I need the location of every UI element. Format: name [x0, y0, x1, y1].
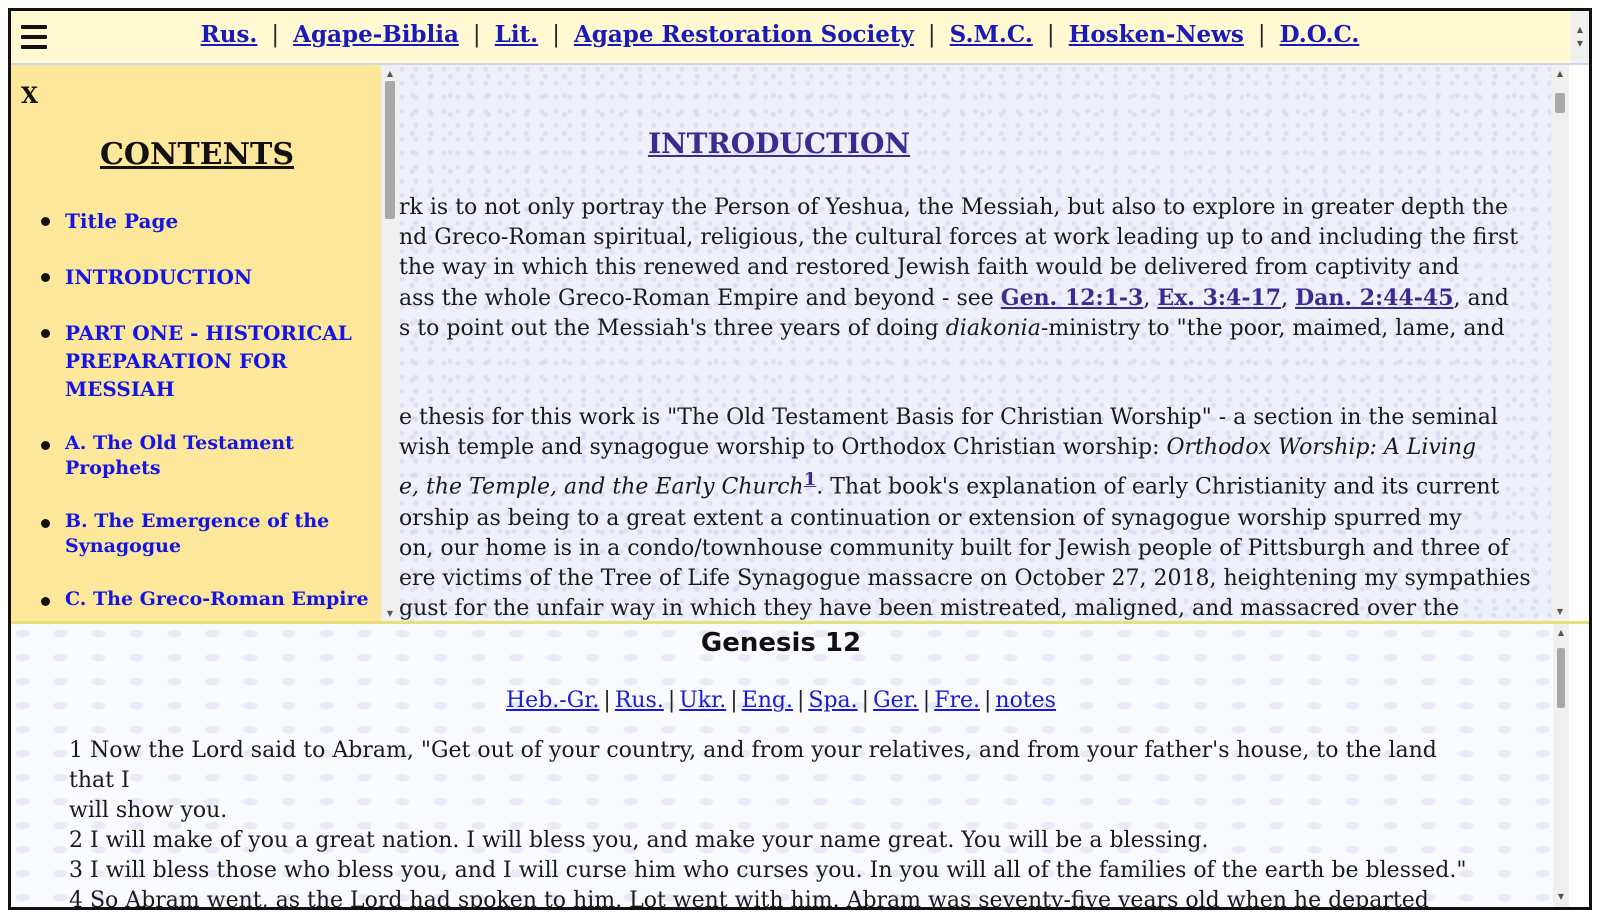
sidebar-title: CONTENTS — [99, 137, 295, 172]
main-content-pane: INTRODUCTION rk is to not only portray t… — [399, 65, 1551, 621]
nav-link-agape-biblia[interactable]: Agape-Biblia — [293, 21, 459, 48]
language-links: Heb.-Gr. | Rus. | Ukr. | Eng. | Spa. | Ger. | Fre. | n… — [11, 688, 1551, 713]
toc-item-part-one[interactable]: PART ONE - HISTORICAL PREPARATION FOR ME… — [33, 319, 373, 403]
text-line: e thesis for this work is "The Old Testa… — [399, 405, 1498, 430]
text-fragment: , — [1281, 286, 1296, 311]
lang-separator: | — [922, 688, 931, 713]
text-fragment: -ministry to "the poor, maimed, lame, an… — [1040, 316, 1505, 341]
nav-link-lit[interactable]: Lit. — [495, 21, 539, 48]
main-scroll-thumb[interactable] — [1555, 93, 1565, 113]
toc-item-greco-roman-empire[interactable]: C. The Greco-Roman Empire — [33, 587, 373, 612]
lang-separator: | — [730, 688, 738, 713]
sidebar-scrollbar[interactable]: ▲ ▼ — [381, 65, 399, 623]
text-fragment: s to point out the Messiah's three years… — [399, 316, 946, 341]
scripture-scrollbar[interactable]: ▲ ▼ — [1553, 624, 1569, 907]
top-nav-bar: Rus. | Agape-Biblia | Lit. | Agape Restoration… — [11, 11, 1589, 65]
verse-line: 3 I will bless those who bless you, and … — [69, 858, 1467, 883]
lang-separator: | — [983, 688, 992, 713]
nav-link-rus[interactable]: Rus. — [201, 21, 258, 48]
toc-item-emergence-of-synagogue[interactable]: B. The Emergence of the Synagogue — [33, 509, 373, 559]
nav-separator: | — [927, 22, 936, 48]
book-title-italic: Orthodox Worship: A Living — [1166, 435, 1477, 460]
text-line: nd Greco-Roman spiritual, religious, the… — [399, 225, 1519, 250]
lang-link-spa[interactable]: Spa. — [808, 688, 857, 713]
page-title: INTRODUCTION — [647, 127, 911, 160]
intro-paragraph-1: rk is to not only portray the Person of … — [399, 193, 1539, 344]
text-line: rk is to not only portray the Person of … — [399, 195, 1509, 220]
text-fragment: . That book's explanation of early Chris… — [816, 474, 1500, 500]
toc-item-old-testament-prophets[interactable]: A. The Old Testament Prophets — [33, 431, 373, 481]
contents-sidebar: X CONTENTS Title Page INTRODUCTION PART … — [11, 65, 399, 623]
lang-separator: | — [796, 688, 805, 713]
footnote-link[interactable]: 1 — [804, 469, 817, 490]
lang-link-ger[interactable]: Ger. — [873, 688, 919, 713]
sidebar-scroll-thumb[interactable] — [385, 81, 395, 219]
top-nav-links: Rus. | Agape-Biblia | Lit. | Agape Restoration… — [11, 21, 1549, 48]
scroll-up-arrow-icon[interactable]: ▲ — [1571, 25, 1589, 35]
scripture-scroll-thumb[interactable] — [1557, 648, 1565, 708]
verse-line: 4 So Abram went, as the Lord had spoken … — [69, 888, 1429, 907]
nav-link-hosken-news[interactable]: Hosken-News — [1069, 21, 1244, 48]
text-line: orship as being to a great extent a cont… — [399, 506, 1462, 532]
verse-list: 1 Now the Lord said to Abram, "Get out o… — [69, 736, 1469, 907]
scroll-down-arrow-icon[interactable]: ▼ — [381, 609, 399, 619]
italic-term: diakonia — [945, 316, 1041, 341]
chapter-title: Genesis 12 — [700, 628, 862, 658]
lang-separator: | — [603, 688, 611, 713]
book-title-italic: e, the Temple, and the Early Church — [399, 474, 804, 500]
text-fragment: , — [1143, 286, 1158, 311]
text-line: s to point out the Messiah's three years… — [399, 314, 1539, 344]
scroll-up-arrow-icon[interactable]: ▲ — [1551, 69, 1569, 79]
text-fragment: wish temple and synagogue worship to Ort… — [399, 435, 1167, 460]
browser-frame: Rus. | Agape-Biblia | Lit. | Agape Restoration… — [8, 8, 1592, 910]
scroll-up-arrow-icon[interactable]: ▲ — [1553, 628, 1569, 638]
nav-link-smc[interactable]: S.M.C. — [950, 21, 1033, 48]
text-fragment: ass the whole Greco-Roman Empire and bey… — [399, 286, 1001, 311]
scroll-down-arrow-icon[interactable]: ▼ — [1551, 607, 1569, 617]
lang-separator: | — [667, 688, 676, 713]
text-line: wish temple and synagogue worship to Ort… — [399, 433, 1539, 463]
lang-link-notes[interactable]: notes — [995, 688, 1056, 713]
nav-separator: | — [271, 22, 280, 48]
nav-separator: | — [1046, 22, 1055, 48]
lang-link-eng[interactable]: Eng. — [742, 688, 793, 713]
verse-line: 2 I will make of you a great nation. I w… — [69, 828, 1209, 853]
close-sidebar-button[interactable]: X — [21, 83, 38, 109]
toc-item-introduction[interactable]: INTRODUCTION — [33, 263, 373, 291]
scripture-link-dan-2[interactable]: Dan. 2:44-45 — [1295, 285, 1453, 311]
text-line-with-refs: ass the whole Greco-Roman Empire and bey… — [399, 283, 1539, 314]
nav-separator: | — [472, 22, 481, 48]
scripture-link-gen-12[interactable]: Gen. 12:1-3 — [1001, 285, 1144, 311]
lang-link-fre[interactable]: Fre. — [934, 688, 980, 713]
text-line: the way in which this renewed and restor… — [399, 255, 1460, 280]
nav-separator: | — [552, 22, 560, 48]
scripture-pane: Genesis 12 Heb.-Gr. | Rus. | Ukr. | Eng. | Spa. |… — [11, 624, 1553, 907]
lang-separator: | — [861, 688, 870, 713]
lang-link-ukr[interactable]: Ukr. — [679, 688, 726, 713]
text-line: e, the Temple, and the Early Church1. Th… — [399, 463, 1539, 504]
lang-link-rus[interactable]: Rus. — [615, 688, 664, 713]
scroll-up-arrow-icon[interactable]: ▲ — [381, 69, 399, 79]
scroll-down-arrow-icon[interactable]: ▼ — [1553, 892, 1569, 902]
intro-paragraph-2: e thesis for this work is "The Old Testa… — [399, 403, 1539, 621]
main-scrollbar[interactable]: ▲ ▼ — [1551, 65, 1569, 621]
scripture-link-ex-3[interactable]: Ex. 3:4-17 — [1157, 285, 1281, 311]
text-line: ere victims of the Tree of Life Synagogu… — [399, 566, 1531, 592]
verse-line: 1 Now the Lord said to Abram, "Get out o… — [69, 738, 1437, 793]
nav-link-agape-restoration-society[interactable]: Agape Restoration Society — [574, 21, 914, 48]
toc-item-title-page[interactable]: Title Page — [33, 207, 373, 235]
nav-link-doc[interactable]: D.O.C. — [1280, 21, 1360, 48]
contents-list: Title Page INTRODUCTION PART ONE - HISTO… — [33, 207, 373, 623]
topbar-scrollbar[interactable]: ▲ ▼ — [1571, 11, 1589, 63]
text-line: on, our home is in a condo/townhouse com… — [399, 536, 1509, 562]
lang-link-heb-gr[interactable]: Heb.-Gr. — [506, 688, 599, 713]
text-fragment: , and — [1453, 286, 1509, 311]
verse-line: will show you. — [69, 798, 228, 823]
nav-separator: | — [1257, 22, 1266, 48]
text-line: gust for the unfair way in which they ha… — [399, 596, 1460, 621]
scroll-down-arrow-icon[interactable]: ▼ — [1571, 39, 1589, 49]
